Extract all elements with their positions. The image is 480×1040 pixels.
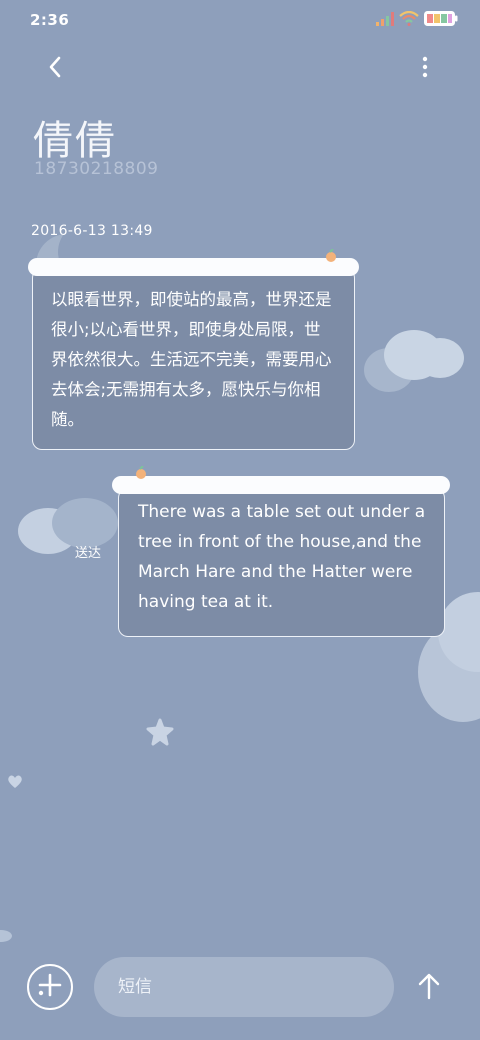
send-arrow-icon xyxy=(416,972,442,1004)
message-input[interactable] xyxy=(94,957,394,1017)
delivery-status: 送达 xyxy=(75,546,102,561)
back-button[interactable] xyxy=(38,52,72,86)
more-vertical-icon xyxy=(422,55,428,83)
bubble-leaf-decoration-out xyxy=(134,465,148,484)
cloud-decoration-left xyxy=(18,498,118,554)
incoming-message-text: 以眼看世界，即使站的最高，世界还是很小;以心看世界，即使身处局限，世界依然很大。… xyxy=(51,290,332,429)
back-arrow-icon xyxy=(47,55,63,83)
message-timestamp: 2016-6-13 13:49 xyxy=(31,223,153,239)
outgoing-message-bubble[interactable]: There was a table set out under a tree i… xyxy=(118,488,445,637)
more-options-button[interactable] xyxy=(408,52,442,86)
outgoing-message-text: There was a table set out under a tree i… xyxy=(138,502,426,612)
bubble-frosting-decoration-out xyxy=(112,476,450,494)
signal-icon xyxy=(376,11,394,30)
send-button[interactable] xyxy=(412,971,446,1005)
star-decoration xyxy=(146,718,174,746)
cloud-decoration xyxy=(364,330,464,394)
add-attachment-button[interactable] xyxy=(27,964,73,1010)
heart-decoration xyxy=(6,772,24,790)
bubble-leaf-decoration xyxy=(324,248,338,267)
battery-icon xyxy=(424,10,458,30)
contact-number: 18730218809 xyxy=(34,159,159,179)
bubble-frosting-decoration xyxy=(28,258,359,276)
contact-name: 倩倩 xyxy=(33,118,117,164)
add-icon xyxy=(35,970,65,1004)
wifi-icon xyxy=(399,10,419,30)
status-icons xyxy=(376,10,458,30)
status-time: 2:36 xyxy=(30,11,70,29)
incoming-message-bubble[interactable]: 以眼看世界，即使站的最高，世界还是很小;以心看世界，即使身处局限，世界依然很大。… xyxy=(32,268,355,450)
cloud-decoration-bottom xyxy=(0,930,12,942)
